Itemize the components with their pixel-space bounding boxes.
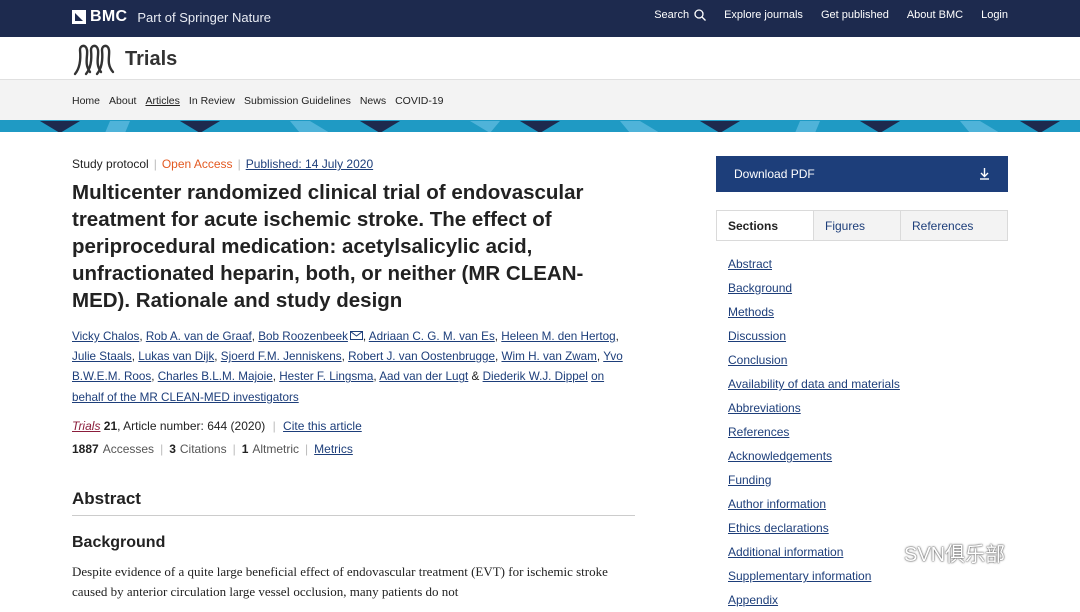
brand-subtitle: Part of Springer Nature [137, 9, 272, 25]
accesses-count: 1887 [72, 442, 99, 456]
meta-divider: | [237, 157, 241, 171]
cite-this-article-link[interactable]: Cite this article [283, 419, 362, 433]
nav-about[interactable]: About [109, 95, 136, 107]
search-label: Search [654, 9, 690, 21]
top-nav: Search Explore journals Get published Ab… [636, 9, 1008, 21]
tab-references[interactable]: References [900, 211, 1007, 240]
nav-in-review[interactable]: In Review [189, 95, 235, 107]
section-link-conclusion[interactable]: Conclusion [728, 348, 900, 372]
background-paragraph: Despite evidence of a quite large benefi… [72, 564, 608, 599]
section-link-ethics[interactable]: Ethics declarations [728, 516, 900, 540]
section-link-funding[interactable]: Funding [728, 468, 900, 492]
published-date[interactable]: Published: 14 July 2020 [246, 157, 373, 171]
journal-header: Trials [0, 37, 1080, 80]
author-conjunction: & [471, 370, 480, 384]
nav-covid-19[interactable]: COVID-19 [395, 95, 443, 107]
author-link[interactable]: Julie Staals [72, 350, 132, 363]
watermark: SVN俱乐部 [862, 538, 1005, 567]
sidebar-tabs: Sections Figures References [716, 210, 1008, 241]
citation-line: Trials 21, Article number: 644 (2020) | … [72, 419, 362, 433]
author-link[interactable]: Hester F. Lingsma [279, 370, 373, 383]
metrics-link[interactable]: Metrics [314, 442, 353, 456]
watermark-text: SVN俱乐部 [904, 544, 1006, 566]
decorative-banner [0, 120, 1080, 132]
meta-divider: | [160, 442, 164, 456]
author-link[interactable]: Heleen M. den Hertog [501, 330, 615, 343]
author-link[interactable]: Aad van der Lugt [379, 370, 468, 383]
article-title: Multicenter randomized clinical trial of… [72, 181, 584, 312]
section-divider [72, 515, 635, 516]
section-link-supplementary[interactable]: Supplementary information [728, 564, 900, 588]
author-link[interactable]: Sjoerd F.M. Jenniskens [221, 350, 342, 363]
author-link[interactable]: Rob A. van de Graaf [146, 330, 252, 343]
wechat-icon [863, 539, 897, 565]
section-link-appendix[interactable]: Appendix [728, 588, 900, 612]
section-link-references[interactable]: References [728, 420, 900, 444]
author-list: Vicky Chalos, Rob A. van de Graaf, Bob R… [72, 330, 623, 404]
author-link[interactable]: Charles B.L.M. Majoie [158, 370, 273, 383]
section-link-acknowledgements[interactable]: Acknowledgements [728, 444, 900, 468]
about-bmc-link[interactable]: About BMC [907, 9, 963, 21]
bmc-logo[interactable]: BMC Part of Springer Nature [72, 8, 271, 26]
meta-divider: | [305, 442, 309, 456]
meta-divider: | [232, 442, 236, 456]
author-link[interactable]: Robert J. van Oostenbrugge [348, 350, 495, 363]
section-link-abbreviations[interactable]: Abbreviations [728, 396, 900, 420]
search-link[interactable]: Search [654, 9, 707, 21]
meta-divider: | [153, 157, 157, 171]
author-link[interactable]: Wim H. van Zwam [501, 350, 596, 363]
article-type: Study protocol [72, 157, 149, 171]
abstract-heading: Abstract [72, 489, 141, 508]
journal-title[interactable]: Trials [125, 48, 177, 71]
section-link-methods[interactable]: Methods [728, 300, 900, 324]
section-link-availability[interactable]: Availability of data and materials [728, 372, 900, 396]
open-access-badge: Open Access [161, 157, 233, 171]
volume: 21 [103, 419, 118, 433]
nav-submission-guidelines[interactable]: Submission Guidelines [244, 95, 351, 107]
get-published-link[interactable]: Get published [821, 9, 889, 21]
article-meta: Study protocol | Open Access | Published… [72, 157, 373, 171]
author-link[interactable]: Adriaan C. G. M. van Es [369, 330, 495, 343]
brand-name: BMC [90, 8, 128, 25]
accesses-label: Accesses [102, 442, 155, 456]
author-link[interactable]: Vicky Chalos [72, 330, 139, 343]
login-link[interactable]: Login [981, 9, 1008, 21]
journal-reference[interactable]: Trials [72, 419, 100, 433]
email-icon[interactable] [349, 331, 363, 340]
nav-news[interactable]: News [360, 95, 386, 107]
download-pdf-label: Download PDF [734, 167, 815, 181]
section-link-author-information[interactable]: Author information [728, 492, 900, 516]
section-link-background[interactable]: Background [728, 276, 900, 300]
meta-divider: | [272, 419, 276, 433]
explore-journals-link[interactable]: Explore journals [724, 9, 803, 21]
bmc-logo-icon [72, 10, 86, 24]
section-link-abstract[interactable]: Abstract [728, 252, 900, 276]
altmetric-label: Altmetric [252, 442, 300, 456]
citations-label: Citations [179, 442, 227, 456]
author-link[interactable]: Lukas van Dijk [138, 350, 214, 363]
tab-figures[interactable]: Figures [813, 211, 900, 240]
article-metrics: 1887 Accesses | 3 Citations | 1 Altmetri… [72, 442, 353, 456]
download-pdf-button[interactable]: Download PDF [716, 156, 1008, 192]
journal-nav: Home About Articles In Review Submission… [0, 80, 1080, 120]
banner-pattern [40, 121, 1060, 132]
altmetric-count: 1 [241, 442, 249, 456]
article-number: , Article number: 644 (2020) [117, 419, 266, 433]
background-heading: Background [72, 534, 166, 551]
citations-count: 3 [169, 442, 176, 456]
top-bar: BMC Part of Springer Nature Search Explo… [0, 0, 1080, 37]
section-link-discussion[interactable]: Discussion [728, 324, 900, 348]
author-link[interactable]: Diederik W.J. Dippel [483, 370, 588, 383]
nav-home[interactable]: Home [72, 95, 100, 107]
search-icon [694, 9, 707, 21]
trials-logo-icon[interactable] [72, 42, 116, 76]
nav-articles[interactable]: Articles [145, 95, 179, 107]
author-link[interactable]: Bob Roozenbeek [258, 330, 348, 343]
download-icon [980, 168, 989, 180]
tab-sections[interactable]: Sections [717, 211, 813, 240]
